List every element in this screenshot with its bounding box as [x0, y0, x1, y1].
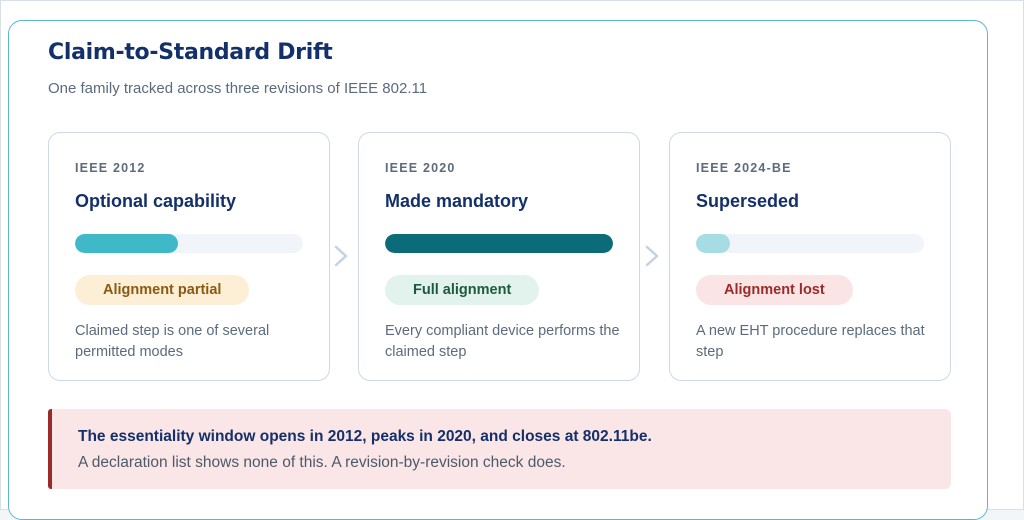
page-subtitle: One family tracked across three revision… [48, 80, 428, 97]
stage-description: Claimed step is one of several permitted… [75, 323, 270, 360]
stage-heading: Optional capability [75, 191, 237, 211]
alignment-bar-track [696, 234, 924, 253]
callout-body: A declaration list shows none of this. A… [78, 454, 566, 471]
chevron-right-icon [645, 245, 659, 267]
alignment-bar-track [75, 234, 303, 253]
stage-description: Every compliant device performs the clai… [385, 323, 620, 360]
stage-revision-label: IEEE 2024-BE [696, 161, 792, 175]
stage-revision-label: IEEE 2020 [385, 161, 456, 175]
stage-card-2020: IEEE 2020 Made mandatory Full alignment … [358, 132, 640, 381]
alignment-badge: Alignment partial [75, 275, 250, 305]
alignment-badge: Full alignment [385, 275, 540, 305]
page-title: Claim-to-Standard Drift [48, 40, 333, 65]
stage-card-2012: IEEE 2012 Optional capability Alignment … [48, 132, 330, 381]
stage-description: A new EHT procedure replaces that step [696, 323, 925, 360]
alignment-badge: Alignment lost [696, 275, 853, 305]
callout-lead: The essentiality window opens in 2012, p… [78, 428, 652, 445]
alignment-bar-fill [75, 234, 178, 253]
stage-card-2024-be: IEEE 2024-BE Superseded Alignment lost A… [669, 132, 951, 381]
callout-accent-bar [48, 409, 52, 489]
chevron-right-icon [334, 245, 348, 267]
stage-revision-label: IEEE 2012 [75, 161, 146, 175]
summary-callout: The essentiality window opens in 2012, p… [48, 409, 951, 489]
stage-heading: Superseded [696, 191, 800, 211]
alignment-bar-fill [385, 234, 613, 253]
alignment-bar-fill [696, 234, 731, 253]
alignment-bar-track [385, 234, 613, 253]
stage-heading: Made mandatory [385, 191, 529, 211]
